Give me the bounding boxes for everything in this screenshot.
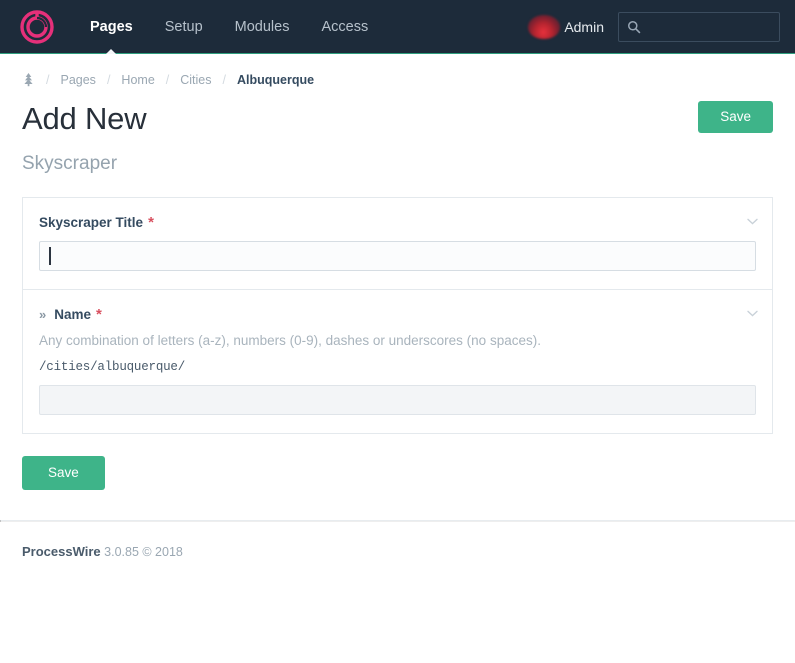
chevron-down-icon[interactable] [747,307,758,319]
user-menu[interactable]: Admin [528,15,604,39]
masthead: Pages Setup Modules Access Admin [0,0,795,54]
breadcrumb-separator: / [98,73,119,87]
field-label-text: Skyscraper Title [39,215,143,230]
breadcrumb: / Pages / Home / Cities / Albuquerque [22,54,773,93]
user-avatar [528,15,560,39]
required-marker: * [148,215,154,230]
nav-item-setup[interactable]: Setup [149,0,219,54]
field-description-name: Any combination of letters (a-z), number… [39,333,756,348]
skyscraper-title-input-wrap [39,241,756,271]
field-label-text: Name [54,307,91,322]
title-block: Add New Skyscraper [22,93,146,175]
page-title: Add New [22,101,146,137]
form-card: Skyscraper Title * » Name * Any combinat… [22,197,773,434]
page-subtitle: Skyscraper [22,153,146,175]
processwire-logo[interactable] [18,8,56,46]
page-content: / Pages / Home / Cities / Albuquerque Ad… [0,54,795,520]
search-input[interactable] [648,18,771,35]
save-button-top[interactable]: Save [698,101,773,133]
skyscraper-title-input[interactable] [39,241,756,271]
masthead-right: Admin [528,12,780,42]
nav-item-access-label: Access [321,19,368,35]
double-angle-right-icon: » [39,307,46,322]
search-icon [627,20,641,34]
breadcrumb-item-pages[interactable]: Pages [58,73,97,87]
nav-item-access[interactable]: Access [305,0,384,54]
breadcrumb-separator: / [157,73,178,87]
field-label-skyscraper-title: Skyscraper Title * [39,215,756,230]
nav-item-pages[interactable]: Pages [74,0,149,54]
breadcrumb-item-home[interactable]: Home [119,73,156,87]
breadcrumb-separator: / [37,73,58,87]
field-name: » Name * Any combination of letters (a-z… [23,289,772,433]
field-path-preview: /cities/albuquerque/ [39,360,756,374]
nav-item-setup-label: Setup [165,19,203,35]
breadcrumb-item-albuquerque: Albuquerque [235,73,316,87]
nav-item-modules[interactable]: Modules [219,0,306,54]
save-button-bottom[interactable]: Save [22,456,105,490]
field-skyscraper-title: Skyscraper Title * [23,198,772,289]
text-caret [49,247,51,265]
bottom-spacer [22,490,773,520]
name-input[interactable] [39,385,756,415]
form-actions: Save [22,456,773,490]
required-marker: * [96,307,102,322]
footer: ProcessWire 3.0.85 © 2018 [0,522,795,559]
footer-brand: ProcessWire [22,544,101,559]
user-name: Admin [564,19,604,35]
main-nav: Pages Setup Modules Access [74,0,384,54]
nav-item-modules-label: Modules [235,19,290,35]
search-box[interactable] [618,12,780,42]
breadcrumb-separator: / [214,73,235,87]
page-tree-icon[interactable] [22,72,37,87]
chevron-down-icon[interactable] [747,215,758,227]
nav-item-pages-label: Pages [90,19,133,35]
breadcrumb-item-cities[interactable]: Cities [178,73,213,87]
footer-meta: 3.0.85 © 2018 [104,545,183,559]
title-row: Add New Skyscraper Save [22,93,773,175]
field-label-name: » Name * [39,307,756,322]
